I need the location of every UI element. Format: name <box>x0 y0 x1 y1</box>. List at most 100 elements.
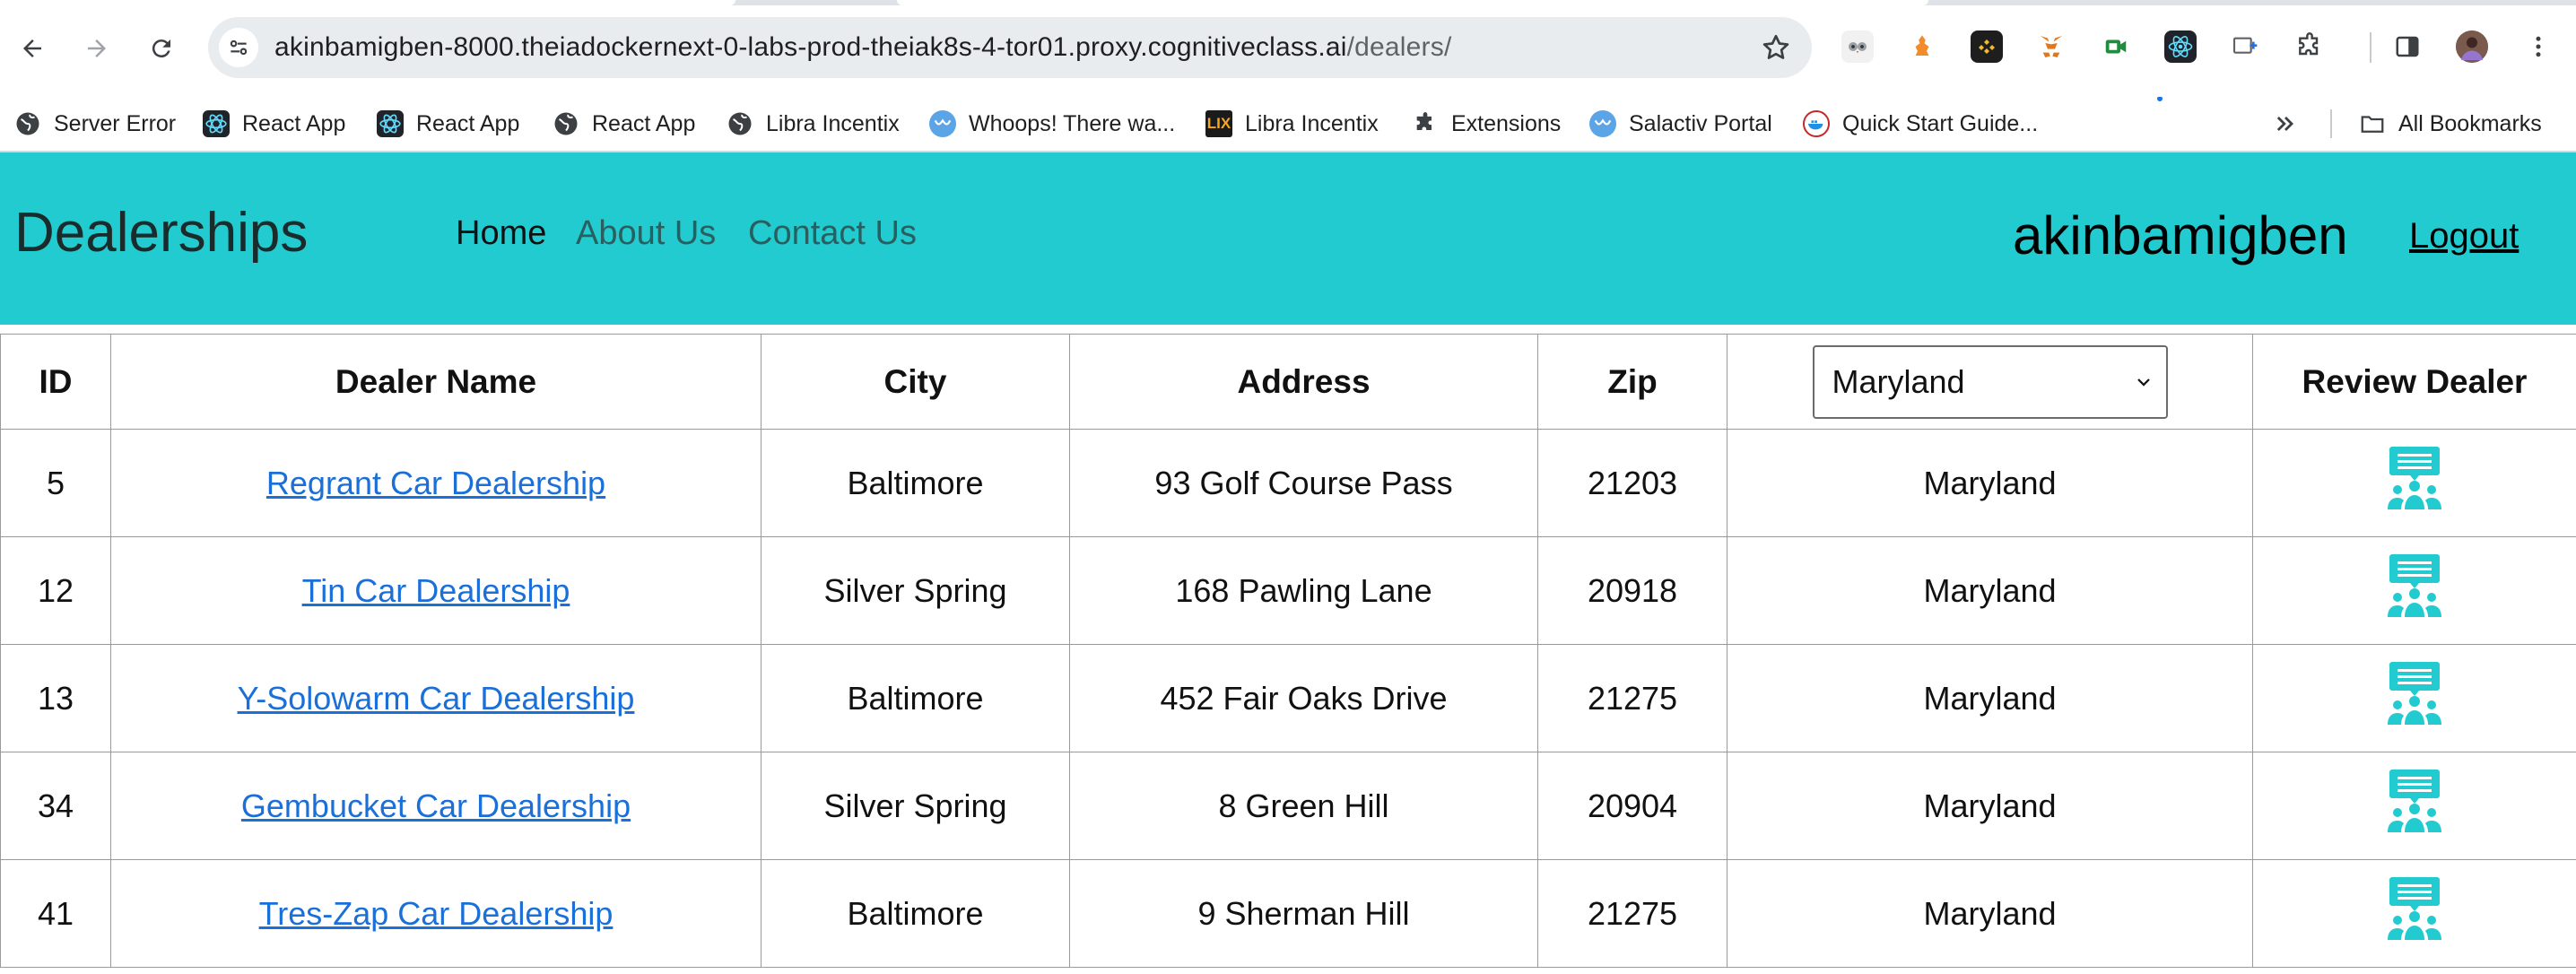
dealer-city: Silver Spring <box>761 536 1070 645</box>
globe-icon <box>14 110 41 137</box>
dealer-id: 13 <box>0 644 111 752</box>
react-icon <box>203 110 230 137</box>
bookmarks-bar: Server Error React App React App React A… <box>0 97 2576 151</box>
dealer-city: Baltimore <box>761 859 1070 968</box>
dealer-name-link[interactable]: Regrant Car Dealership <box>266 465 605 501</box>
bookmark-item[interactable]: Server Error <box>14 106 176 142</box>
bookmark-label: Extensions <box>1451 110 1562 136</box>
back-button[interactable] <box>11 27 54 70</box>
bookmark-item[interactable]: LIX Libra Incentix <box>1205 106 1379 142</box>
review-cell <box>2252 644 2576 752</box>
bookmark-item[interactable]: React App <box>377 106 519 142</box>
bookmark-star-icon[interactable] <box>1760 31 1792 64</box>
logout-link[interactable]: Logout <box>2409 213 2519 258</box>
dealer-id: 5 <box>0 429 111 537</box>
extension-metamask-icon[interactable] <box>2035 30 2067 63</box>
dealer-name-link[interactable]: Y-Solowarm Car Dealership <box>238 680 635 717</box>
react-icon <box>377 110 404 137</box>
arrow-left-icon <box>23 39 41 57</box>
review-dealer-icon[interactable] <box>2385 770 2444 834</box>
bookmark-item[interactable]: Libra Incentix <box>727 106 900 142</box>
extension-meet-icon[interactable] <box>2100 30 2132 63</box>
browser-toolbar: akinbamigben-8000.theiadockernext-0-labs… <box>0 0 2576 97</box>
bookmark-item[interactable]: Quick Start Guide... <box>1803 106 2038 142</box>
extension-orange-icon[interactable] <box>1906 30 1938 63</box>
bookmark-label: React App <box>242 110 346 136</box>
brand-title[interactable]: Dealerships <box>14 197 308 269</box>
bookmark-label: Salactiv Portal <box>1629 110 1772 136</box>
dealer-zip: 20918 <box>1537 536 1727 645</box>
extension-owl-icon[interactable] <box>1841 30 1874 63</box>
dealer-address: 9 Sherman Hill <box>1069 859 1538 968</box>
bookmark-item[interactable]: Extensions <box>1412 106 1561 142</box>
dealer-city: Baltimore <box>761 429 1070 537</box>
nav-home[interactable]: Home <box>456 208 546 258</box>
chevron-down-icon <box>2137 378 2150 387</box>
bookmark-label: Quick Start Guide... <box>1842 110 2039 136</box>
review-cell <box>2252 752 2576 860</box>
bookmark-label: Server Error <box>54 110 177 136</box>
bookmark-divider <box>2330 109 2332 138</box>
toolbar-divider <box>2370 32 2371 63</box>
whoops-icon <box>929 110 956 137</box>
table-row: 34 Gembucket Car Dealership Silver Sprin… <box>0 752 2576 860</box>
dealer-name-link[interactable]: Gembucket Car Dealership <box>241 787 631 824</box>
column-header-review-dealer: Review Dealer <box>2252 334 2576 430</box>
address-bar[interactable]: akinbamigben-8000.theiadockernext-0-labs… <box>208 17 1812 78</box>
extensions-puzzle-icon[interactable] <box>2293 30 2326 63</box>
dealer-name-cell: Y-Solowarm Car Dealership <box>110 644 761 752</box>
reload-button[interactable] <box>140 27 183 70</box>
tune-icon <box>230 39 248 56</box>
tab-strip <box>0 0 2576 5</box>
tab[interactable] <box>897 0 1928 5</box>
side-panel-icon[interactable] <box>2391 30 2424 63</box>
extension-screenshot-icon[interactable] <box>2229 30 2261 63</box>
review-dealer-icon[interactable] <box>2385 447 2444 511</box>
bookmark-item[interactable]: React App <box>203 106 345 142</box>
table-row: 41 Tres-Zap Car Dealership Baltimore 9 S… <box>0 859 2576 968</box>
review-dealer-icon[interactable] <box>2385 554 2444 619</box>
folder-icon <box>2359 110 2386 137</box>
review-cell <box>2252 859 2576 968</box>
dealer-address: 452 Fair Oaks Drive <box>1069 644 1538 752</box>
table-row: 13 Y-Solowarm Car Dealership Baltimore 4… <box>0 644 2576 752</box>
dealer-name-link[interactable]: Tres-Zap Car Dealership <box>259 895 614 932</box>
dealer-state: Maryland <box>1727 536 2253 645</box>
column-header-address: Address <box>1069 334 1538 430</box>
dealer-table-container: ID Dealer Name City Address Zip Maryland… <box>0 334 2576 968</box>
extension-react-icon[interactable] <box>2164 30 2197 63</box>
username: akinbamigben <box>2013 205 2348 265</box>
bookmark-item[interactable]: React App <box>553 106 695 142</box>
column-header-id: ID <box>0 334 111 430</box>
nav-about-us[interactable]: About Us <box>576 208 716 258</box>
more-bookmarks-button[interactable] <box>2273 106 2298 142</box>
url-host: akinbamigben-8000.theiadockernext-0-labs… <box>274 32 1347 62</box>
site-info-button[interactable] <box>219 28 258 67</box>
bookmark-item[interactable]: Salactiv Portal <box>1589 106 1772 142</box>
dealer-id: 34 <box>0 752 111 860</box>
review-dealer-icon[interactable] <box>2385 662 2444 726</box>
review-cell <box>2252 536 2576 645</box>
dealer-id: 41 <box>0 859 111 968</box>
review-cell <box>2252 429 2576 537</box>
dealer-state: Maryland <box>1727 429 2253 537</box>
salactiv-icon <box>1589 110 1616 137</box>
dealer-state: Maryland <box>1727 644 2253 752</box>
extension-binance-icon[interactable] <box>1971 30 2003 63</box>
dealer-name-link[interactable]: Tin Car Dealership <box>302 572 570 609</box>
reload-icon <box>152 39 170 58</box>
all-bookmarks-button[interactable]: All Bookmarks <box>2359 106 2542 142</box>
dealer-name-cell: Gembucket Car Dealership <box>110 752 761 860</box>
table-header-row: ID Dealer Name City Address Zip Maryland… <box>0 334 2576 430</box>
forward-button[interactable] <box>75 27 118 70</box>
bookmark-item[interactable]: Whoops! There wa... <box>929 106 1175 142</box>
chevron-double-right-icon <box>2276 117 2293 131</box>
state-filter-select[interactable]: Maryland <box>1812 344 2168 419</box>
kebab-menu-icon[interactable] <box>2522 30 2554 63</box>
globe-icon <box>727 110 753 137</box>
tab[interactable] <box>0 0 735 5</box>
profile-avatar-icon[interactable] <box>2456 30 2488 63</box>
table-row: 12 Tin Car Dealership Silver Spring 168 … <box>0 536 2576 645</box>
review-dealer-icon[interactable] <box>2385 877 2444 942</box>
nav-contact-us[interactable]: Contact Us <box>748 208 917 258</box>
